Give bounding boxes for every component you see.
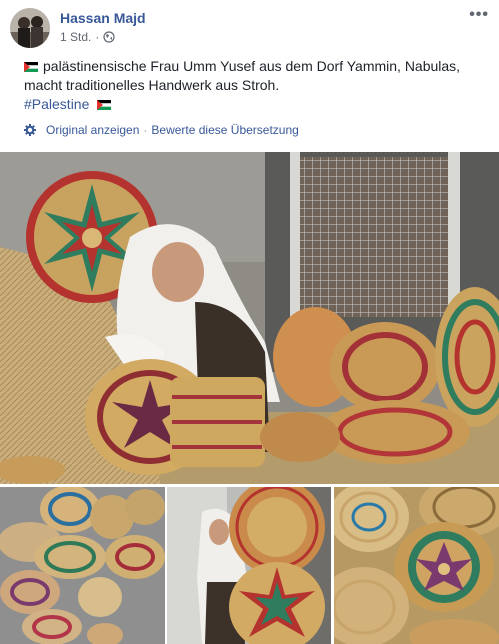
meta-separator: · [95,30,100,44]
avatar[interactable] [10,8,50,48]
rate-translation-link[interactable]: Bewerte diese Übersetzung [151,123,298,137]
post-text-line-1: palästinensische Frau Umm Yusef aus dem … [24,57,484,76]
translation-bar: Original anzeigen · Bewerte diese Überse… [24,123,299,137]
gear-icon[interactable] [24,124,36,136]
globe-icon[interactable] [103,31,115,43]
show-original-link[interactable]: Original anzeigen [46,123,139,137]
palestine-flag-icon [97,100,112,110]
main-photo[interactable] [0,152,499,484]
post-text: palästinensische Frau Umm Yusef aus dem … [24,57,484,114]
post-text-content-1: palästinensische Frau Umm Yusef aus dem … [43,58,461,74]
post-time[interactable]: 1 Std. [60,30,91,44]
thumbnail-photo-2[interactable] [167,487,331,644]
post-text-content-2: macht traditionelles Handwerk aus Stroh. [24,77,280,93]
thumbnail-photo-3[interactable] [334,487,499,644]
translation-separator: · [143,123,148,137]
post-header: Hassan Majd 1 Std. · ••• [0,0,499,52]
more-options-button[interactable]: ••• [469,6,489,24]
thumbnail-photo-1[interactable] [0,487,165,644]
post-meta: 1 Std. · [60,30,115,44]
hashtag-link[interactable]: #Palestine [24,96,89,112]
palestine-flag-icon [24,62,38,72]
post-hashtag-line: #Palestine [24,95,484,114]
author-name[interactable]: Hassan Majd [60,10,146,26]
